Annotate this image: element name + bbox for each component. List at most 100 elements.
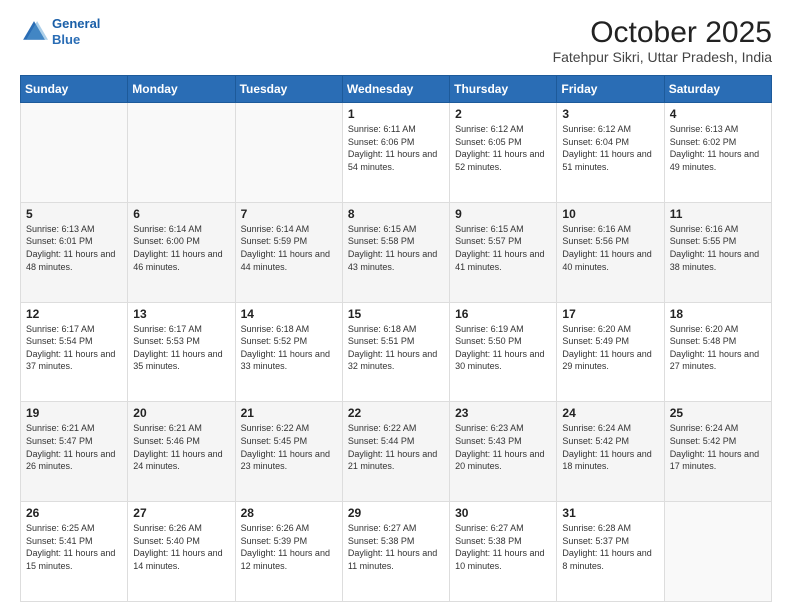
day-number: 17 — [562, 307, 658, 321]
calendar-cell: 23 Sunrise: 6:23 AM Sunset: 5:43 PM Dayli… — [450, 402, 557, 502]
day-info: Sunrise: 6:21 AM Sunset: 5:46 PM Dayligh… — [133, 422, 229, 472]
calendar-cell: 11 Sunrise: 6:16 AM Sunset: 5:55 PM Dayli… — [664, 202, 771, 302]
day-info: Sunrise: 6:16 AM Sunset: 5:55 PM Dayligh… — [670, 223, 766, 273]
logo: General Blue — [20, 16, 100, 47]
day-info: Sunrise: 6:22 AM Sunset: 5:44 PM Dayligh… — [348, 422, 444, 472]
weekday-sunday: Sunday — [21, 76, 128, 103]
calendar-cell: 25 Sunrise: 6:24 AM Sunset: 5:42 PM Dayli… — [664, 402, 771, 502]
day-number: 5 — [26, 207, 122, 221]
calendar-cell: 16 Sunrise: 6:19 AM Sunset: 5:50 PM Dayli… — [450, 302, 557, 402]
day-number: 15 — [348, 307, 444, 321]
logo-text: General Blue — [52, 16, 100, 47]
calendar-cell: 26 Sunrise: 6:25 AM Sunset: 5:41 PM Dayli… — [21, 502, 128, 602]
calendar-cell: 13 Sunrise: 6:17 AM Sunset: 5:53 PM Dayli… — [128, 302, 235, 402]
day-number: 29 — [348, 506, 444, 520]
calendar-cell: 3Sunrise: 6:12 AM Sunset: 6:04 PM Daylig… — [557, 103, 664, 203]
weekday-wednesday: Wednesday — [342, 76, 449, 103]
day-info: Sunrise: 6:24 AM Sunset: 5:42 PM Dayligh… — [670, 422, 766, 472]
calendar-cell — [128, 103, 235, 203]
calendar-cell: 24 Sunrise: 6:24 AM Sunset: 5:42 PM Dayli… — [557, 402, 664, 502]
day-number: 31 — [562, 506, 658, 520]
day-info: Sunrise: 6:26 AM Sunset: 5:39 PM Dayligh… — [241, 522, 337, 572]
calendar-cell — [664, 502, 771, 602]
day-number: 19 — [26, 406, 122, 420]
day-number: 21 — [241, 406, 337, 420]
logo-general: General — [52, 16, 100, 31]
day-info: Sunrise: 6:18 AM Sunset: 5:52 PM Dayligh… — [241, 323, 337, 373]
day-info: Sunrise: 6:23 AM Sunset: 5:43 PM Dayligh… — [455, 422, 551, 472]
calendar-cell: 21 Sunrise: 6:22 AM Sunset: 5:45 PM Dayli… — [235, 402, 342, 502]
day-number: 18 — [670, 307, 766, 321]
calendar-cell: 8Sunrise: 6:15 AM Sunset: 5:58 PM Daylig… — [342, 202, 449, 302]
day-number: 24 — [562, 406, 658, 420]
day-info: Sunrise: 6:17 AM Sunset: 5:53 PM Dayligh… — [133, 323, 229, 373]
calendar-cell: 10Sunrise: 6:16 AM Sunset: 5:56 PM Dayli… — [557, 202, 664, 302]
week-row-1: 5 Sunrise: 6:13 AM Sunset: 6:01 PM Daylig… — [21, 202, 772, 302]
day-info: Sunrise: 6:27 AM Sunset: 5:38 PM Dayligh… — [455, 522, 551, 572]
calendar-cell: 14 Sunrise: 6:18 AM Sunset: 5:52 PM Dayli… — [235, 302, 342, 402]
weekday-saturday: Saturday — [664, 76, 771, 103]
week-row-4: 26 Sunrise: 6:25 AM Sunset: 5:41 PM Dayli… — [21, 502, 772, 602]
day-info: Sunrise: 6:24 AM Sunset: 5:42 PM Dayligh… — [562, 422, 658, 472]
day-info: Sunrise: 6:27 AM Sunset: 5:38 PM Dayligh… — [348, 522, 444, 572]
day-number: 13 — [133, 307, 229, 321]
day-number: 14 — [241, 307, 337, 321]
day-number: 22 — [348, 406, 444, 420]
day-info: Sunrise: 6:28 AM Sunset: 5:37 PM Dayligh… — [562, 522, 658, 572]
calendar-cell: 29 Sunrise: 6:27 AM Sunset: 5:38 PM Dayli… — [342, 502, 449, 602]
day-number: 23 — [455, 406, 551, 420]
calendar-cell: 9 Sunrise: 6:15 AM Sunset: 5:57 PM Daylig… — [450, 202, 557, 302]
calendar-cell: 7Sunrise: 6:14 AM Sunset: 5:59 PM Daylig… — [235, 202, 342, 302]
calendar-cell — [235, 103, 342, 203]
day-number: 20 — [133, 406, 229, 420]
calendar-cell: 18 Sunrise: 6:20 AM Sunset: 5:48 PM Dayli… — [664, 302, 771, 402]
day-number: 1 — [348, 107, 444, 121]
day-number: 16 — [455, 307, 551, 321]
day-number: 12 — [26, 307, 122, 321]
day-number: 30 — [455, 506, 551, 520]
week-row-0: 1Sunrise: 6:11 AM Sunset: 6:06 PM Daylig… — [21, 103, 772, 203]
day-info: Sunrise: 6:12 AM Sunset: 6:05 PM Dayligh… — [455, 123, 551, 173]
day-number: 28 — [241, 506, 337, 520]
calendar-cell: 20 Sunrise: 6:21 AM Sunset: 5:46 PM Dayli… — [128, 402, 235, 502]
day-info: Sunrise: 6:18 AM Sunset: 5:51 PM Dayligh… — [348, 323, 444, 373]
calendar-cell: 2Sunrise: 6:12 AM Sunset: 6:05 PM Daylig… — [450, 103, 557, 203]
day-info: Sunrise: 6:22 AM Sunset: 5:45 PM Dayligh… — [241, 422, 337, 472]
day-info: Sunrise: 6:15 AM Sunset: 5:57 PM Dayligh… — [455, 223, 551, 273]
calendar-cell: 15 Sunrise: 6:18 AM Sunset: 5:51 PM Dayli… — [342, 302, 449, 402]
day-number: 11 — [670, 207, 766, 221]
week-row-2: 12 Sunrise: 6:17 AM Sunset: 5:54 PM Dayli… — [21, 302, 772, 402]
day-number: 6 — [133, 207, 229, 221]
day-info: Sunrise: 6:13 AM Sunset: 6:01 PM Dayligh… — [26, 223, 122, 273]
calendar-cell: 4Sunrise: 6:13 AM Sunset: 6:02 PM Daylig… — [664, 103, 771, 203]
day-number: 9 — [455, 207, 551, 221]
day-info: Sunrise: 6:20 AM Sunset: 5:48 PM Dayligh… — [670, 323, 766, 373]
logo-blue-text: Blue — [52, 32, 80, 47]
week-row-3: 19 Sunrise: 6:21 AM Sunset: 5:47 PM Dayli… — [21, 402, 772, 502]
calendar-cell: 12 Sunrise: 6:17 AM Sunset: 5:54 PM Dayli… — [21, 302, 128, 402]
calendar-table: SundayMondayTuesdayWednesdayThursdayFrid… — [20, 75, 772, 602]
main-title: October 2025 — [553, 16, 772, 49]
calendar-cell — [21, 103, 128, 203]
calendar-cell: 30 Sunrise: 6:27 AM Sunset: 5:38 PM Dayli… — [450, 502, 557, 602]
day-number: 27 — [133, 506, 229, 520]
day-number: 4 — [670, 107, 766, 121]
weekday-tuesday: Tuesday — [235, 76, 342, 103]
day-info: Sunrise: 6:17 AM Sunset: 5:54 PM Dayligh… — [26, 323, 122, 373]
day-info: Sunrise: 6:15 AM Sunset: 5:58 PM Dayligh… — [348, 223, 444, 273]
weekday-monday: Monday — [128, 76, 235, 103]
weekday-header-row: SundayMondayTuesdayWednesdayThursdayFrid… — [21, 76, 772, 103]
day-number: 10 — [562, 207, 658, 221]
day-info: Sunrise: 6:14 AM Sunset: 6:00 PM Dayligh… — [133, 223, 229, 273]
day-info: Sunrise: 6:25 AM Sunset: 5:41 PM Dayligh… — [26, 522, 122, 572]
day-info: Sunrise: 6:19 AM Sunset: 5:50 PM Dayligh… — [455, 323, 551, 373]
day-info: Sunrise: 6:14 AM Sunset: 5:59 PM Dayligh… — [241, 223, 337, 273]
calendar-cell: 6 Sunrise: 6:14 AM Sunset: 6:00 PM Daylig… — [128, 202, 235, 302]
day-number: 25 — [670, 406, 766, 420]
logo-icon — [20, 18, 48, 46]
day-number: 26 — [26, 506, 122, 520]
calendar-cell: 17Sunrise: 6:20 AM Sunset: 5:49 PM Dayli… — [557, 302, 664, 402]
day-info: Sunrise: 6:21 AM Sunset: 5:47 PM Dayligh… — [26, 422, 122, 472]
calendar-cell: 28 Sunrise: 6:26 AM Sunset: 5:39 PM Dayli… — [235, 502, 342, 602]
subtitle: Fatehpur Sikri, Uttar Pradesh, India — [553, 49, 772, 65]
